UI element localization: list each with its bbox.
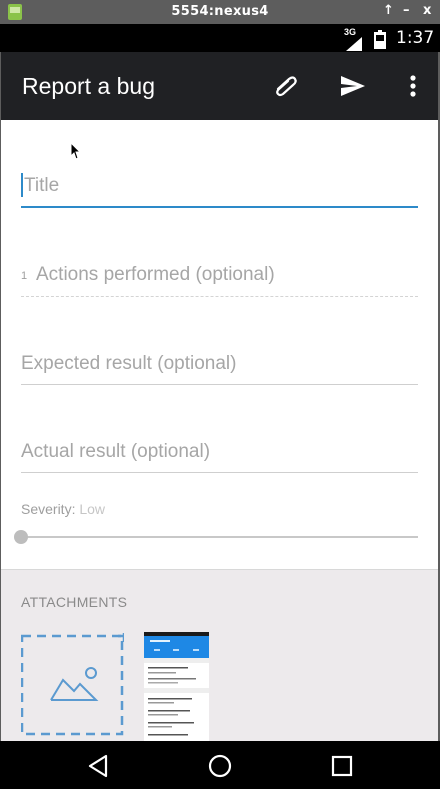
title-field[interactable]: Title [21, 170, 418, 210]
emulator-close-button[interactable]: x [423, 3, 431, 18]
title-underline [21, 206, 418, 208]
emulator-window-title: 5554:nexus4 [171, 4, 269, 19]
severity-slider-track[interactable] [21, 536, 418, 538]
window-frame-left [0, 52, 1, 741]
attachments-section: ATTACHMENTS [0, 569, 440, 742]
emulator-minimize-button[interactable]: – [403, 3, 410, 18]
status-bar: 3G 1:37 [0, 24, 440, 52]
mouse-pointer-icon [70, 142, 82, 160]
actions-underline [21, 296, 418, 297]
title-placeholder: Title [24, 175, 60, 196]
actions-placeholder: Actions performed (optional) [36, 264, 275, 285]
text-cursor [21, 173, 23, 197]
screenshot-preview-image [144, 632, 209, 736]
actual-placeholder: Actual result (optional) [21, 441, 211, 462]
back-icon[interactable] [86, 753, 112, 779]
bug-report-form: Title 1 Actions performed (optional) Exp… [0, 120, 440, 569]
actions-performed-field[interactable]: 1 Actions performed (optional) [21, 260, 418, 300]
more-vert-icon[interactable] [399, 72, 427, 100]
expected-result-field[interactable]: Expected result (optional) [21, 349, 418, 389]
severity-label-row: Severity: Low [21, 501, 105, 517]
line-number: 1 [21, 270, 28, 282]
app-toolbar: Report a bug [0, 52, 440, 120]
severity-label: Severity: [21, 501, 76, 517]
actual-result-field[interactable]: Actual result (optional) [21, 438, 418, 478]
emulator-title-bar: 5554:nexus4 ↑ – x [0, 0, 440, 24]
system-navigation-bar [0, 741, 440, 789]
add-image-icon[interactable] [21, 633, 124, 736]
page-title: Report a bug [22, 73, 155, 99]
actual-underline [21, 472, 418, 473]
severity-slider-thumb[interactable] [14, 530, 28, 544]
expected-placeholder: Expected result (optional) [21, 353, 237, 374]
expected-underline [21, 384, 418, 385]
send-icon[interactable] [339, 72, 367, 100]
attach-icon[interactable] [272, 72, 300, 100]
severity-value: Low [79, 501, 106, 517]
emulator-pin-button[interactable]: ↑ [383, 3, 394, 18]
network-type-label: 3G [344, 27, 357, 37]
home-icon[interactable] [207, 753, 233, 779]
status-clock: 1:37 [396, 28, 435, 48]
attachment-thumbnail[interactable] [144, 632, 209, 742]
recents-icon[interactable] [329, 753, 355, 779]
attachments-header: ATTACHMENTS [21, 594, 128, 610]
signal-icon [346, 37, 362, 51]
battery-icon [374, 30, 386, 49]
